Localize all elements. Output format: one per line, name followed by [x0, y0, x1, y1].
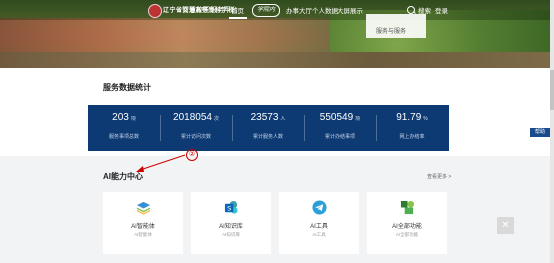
card-subtitle: AI智能体 [134, 232, 152, 237]
ai-card-all[interactable]: AI全部功能 AI全部功能 [367, 192, 447, 254]
card-subtitle: AI全部功能 [395, 232, 419, 237]
close-icon[interactable]: ✕ [497, 217, 514, 234]
card-title: AI智能体 [131, 224, 155, 230]
ai-section-title: AI能力中心 [103, 172, 143, 181]
annotation-arrow [136, 154, 186, 172]
scrollbar-thumb[interactable] [550, 70, 554, 110]
card-subtitle: AI知识库 [222, 232, 240, 237]
card-title: AI全部功能 [392, 224, 422, 230]
telegram-icon [312, 200, 327, 215]
blocks-icon [400, 200, 415, 215]
svg-text:S: S [227, 204, 231, 212]
ai-card-knowledge[interactable]: S AI知识库 AI知识库 [191, 192, 271, 254]
card-title: AI工具 [310, 224, 328, 230]
card-subtitle: AI工具 [312, 232, 326, 237]
sharepoint-icon: S [224, 200, 238, 214]
ai-card-tools[interactable]: AI工具 AI工具 [279, 192, 359, 254]
card-title: AI知识库 [219, 224, 243, 230]
page-scrollbar[interactable] [550, 0, 554, 263]
layers-icon [136, 201, 151, 215]
more-link[interactable]: 查看更多 > [427, 173, 451, 180]
ai-card-agent[interactable]: AI智能体 AI智能体 [103, 192, 183, 254]
